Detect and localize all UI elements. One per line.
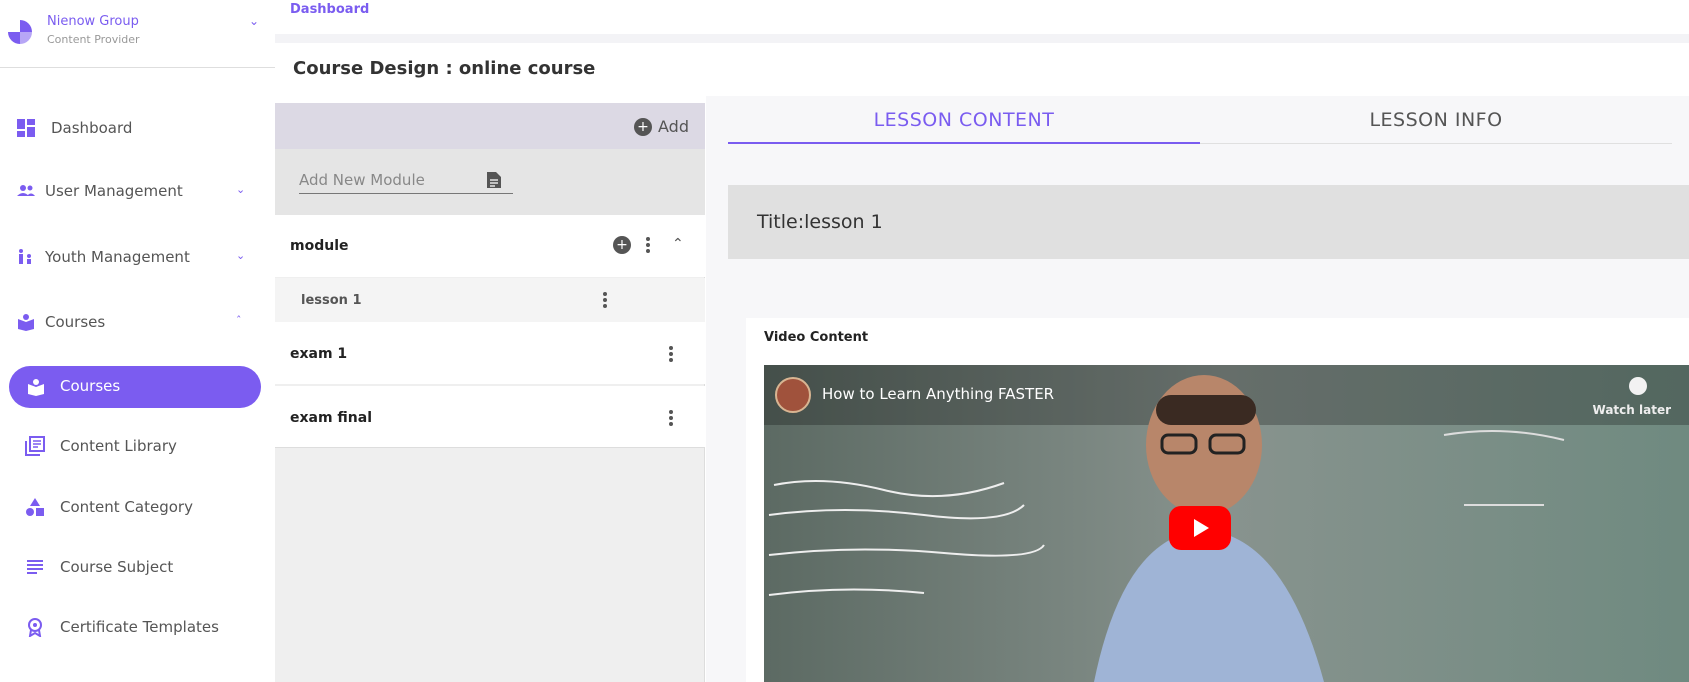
sidebar-item-label: Content Category <box>60 498 193 516</box>
org-name: Nienow Group <box>47 14 139 29</box>
add-button[interactable]: + Add <box>634 117 689 136</box>
sidebar-item-label: Dashboard <box>51 119 133 137</box>
module-panel-header: + Add <box>275 103 705 149</box>
sidebar-item-label: Content Library <box>60 437 177 455</box>
course-icon <box>18 314 34 331</box>
chevron-up-icon: ˆ <box>236 314 242 327</box>
course-icon <box>28 379 44 396</box>
document-icon[interactable] <box>486 171 502 189</box>
lesson-title-box: Title:lesson 1 <box>728 185 1689 259</box>
exam-label: exam final <box>290 410 373 426</box>
sidebar-item-content-category[interactable]: Content Category <box>0 487 275 527</box>
chevron-down-icon[interactable]: ⌄ <box>249 14 259 28</box>
sidebar-item-label: Certificate Templates <box>60 618 219 636</box>
org-role: Content Provider <box>47 33 140 46</box>
page-title: Course Design : online course <box>293 58 596 79</box>
more-vert-icon[interactable] <box>669 346 673 362</box>
chevron-down-icon: ⌄ <box>236 183 246 196</box>
lesson-row[interactable]: lesson 1 <box>275 278 705 322</box>
video-card: Video Content How to Learn Anything FAST… <box>746 318 1689 682</box>
exam-label: exam 1 <box>290 346 348 362</box>
module-row[interactable]: module + ⌃ <box>275 215 705 277</box>
users-icon <box>17 185 35 196</box>
sidebar-item-label: Courses <box>60 377 121 395</box>
chevron-up-icon[interactable]: ⌃ <box>672 236 684 252</box>
org-switcher[interactable]: Nienow Group Content Provider ⌄ <box>0 0 275 68</box>
new-module-row <box>275 149 705 215</box>
sidebar-item-label: User Management <box>45 182 183 200</box>
tab-lesson-content[interactable]: LESSON CONTENT <box>728 96 1200 144</box>
add-lesson-icon[interactable]: + <box>613 236 631 254</box>
sidebar-item-content-library[interactable]: Content Library <box>0 426 275 466</box>
certificate-icon <box>28 618 42 637</box>
video-title[interactable]: How to Learn Anything FASTER <box>822 385 1054 403</box>
dashboard-icon <box>17 119 35 137</box>
lesson-label: lesson 1 <box>301 293 362 308</box>
chevron-down-icon: ⌄ <box>236 249 246 262</box>
exam-row[interactable]: exam final <box>275 386 705 448</box>
channel-avatar[interactable] <box>775 377 811 413</box>
family-icon <box>19 249 31 264</box>
sidebar: Nienow Group Content Provider ⌄ Dashboar… <box>0 0 275 682</box>
library-icon <box>25 436 45 456</box>
subject-lines-icon <box>27 560 43 574</box>
lesson-panel: LESSON CONTENT LESSON INFO Title:lesson … <box>706 96 1689 682</box>
header-divider <box>275 34 1689 43</box>
exam-row[interactable]: exam 1 <box>275 322 705 384</box>
sidebar-item-courses[interactable]: Courses <box>9 366 261 408</box>
sidebar-item-label: Course Subject <box>60 558 174 576</box>
new-module-input[interactable] <box>299 166 513 194</box>
sidebar-item-certificate-templates[interactable]: Certificate Templates <box>0 607 275 647</box>
sidebar-item-course-subject[interactable]: Course Subject <box>0 547 275 587</box>
more-vert-icon[interactable] <box>646 237 650 253</box>
lesson-title: Title:lesson 1 <box>757 211 883 233</box>
add-circle-icon: + <box>634 117 653 136</box>
module-panel: + Add module + ⌃ lesson 1 exam 1 exam fi… <box>275 103 705 682</box>
video-label: Video Content <box>764 330 869 345</box>
video-player[interactable]: How to Learn Anything FASTER Watch later <box>764 365 1689 682</box>
sidebar-item-youth-management[interactable]: Youth Management ⌄ <box>0 237 275 277</box>
org-logo-icon <box>8 20 32 44</box>
sidebar-item-label: Youth Management <box>45 248 190 266</box>
watch-later-label[interactable]: Watch later <box>1593 403 1671 417</box>
add-label: Add <box>658 117 689 136</box>
category-icon <box>26 498 44 516</box>
more-vert-icon[interactable] <box>669 410 673 426</box>
module-label: module <box>290 238 349 254</box>
more-vert-icon[interactable] <box>603 292 607 308</box>
play-button-icon[interactable] <box>1169 506 1231 550</box>
clock-icon[interactable] <box>1629 377 1647 395</box>
sidebar-item-dashboard[interactable]: Dashboard <box>0 108 275 148</box>
sidebar-item-label: Courses <box>45 313 106 331</box>
sidebar-item-courses-group[interactable]: Courses ˆ <box>0 302 275 342</box>
breadcrumb[interactable]: Dashboard <box>290 2 369 17</box>
tab-lesson-info[interactable]: LESSON INFO <box>1200 96 1672 144</box>
sidebar-item-user-management[interactable]: User Management ⌄ <box>0 171 275 211</box>
